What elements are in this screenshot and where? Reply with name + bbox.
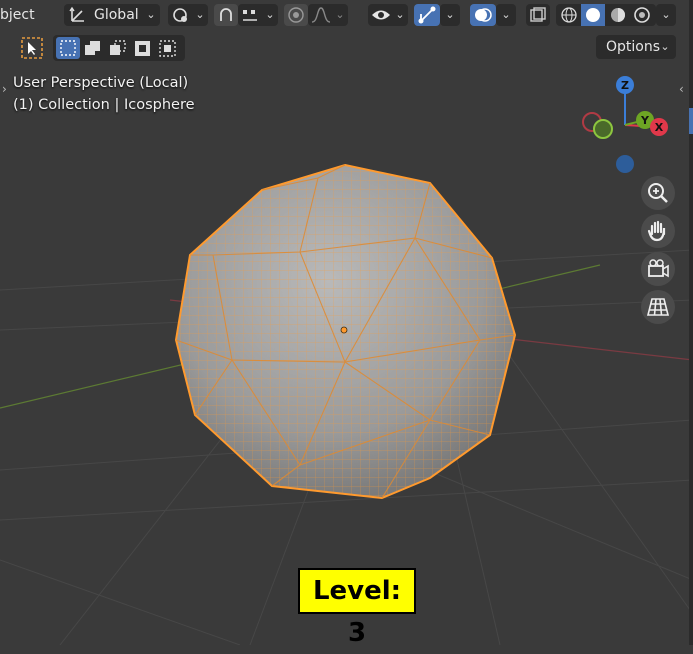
zoom-icon [648, 183, 668, 203]
transform-orientation-label: Global [94, 7, 139, 23]
overlay-toggle[interactable] [470, 4, 496, 26]
proportional-edit-toggle[interactable] [284, 4, 308, 26]
axis-x-label: X [655, 121, 664, 134]
navigation-gizmo[interactable]: Z Y X [572, 70, 682, 180]
chevron-down-icon: ⌄ [395, 8, 405, 21]
pan-icon [647, 220, 666, 242]
overlay-icon [475, 8, 492, 22]
snap-toggle[interactable] [214, 4, 238, 26]
xray-icon [530, 7, 546, 22]
axis-z-label: Z [621, 79, 629, 92]
falloff-dropdown[interactable]: ⌄ [308, 4, 348, 26]
chevron-down-icon: ⌄ [195, 8, 205, 21]
mode-set-button[interactable] [56, 37, 80, 59]
axis-y-label: Y [640, 114, 650, 127]
perspective-toggle-button[interactable] [641, 290, 675, 324]
wireframe-shading-icon[interactable] [558, 5, 580, 25]
object-origin [340, 326, 348, 334]
selection-mode-group [53, 35, 185, 61]
icosphere-mesh[interactable] [174, 163, 517, 500]
visibility-icon [372, 10, 390, 20]
toolbar-expand-icon[interactable]: › [2, 82, 7, 96]
proportional-edit-icon [288, 7, 304, 23]
3d-viewport[interactable]: bject Global ⌄ ⌄ ⌄ ⌄ ⌄ ⌄ ⌄ ⌄ Options ⌄ ›… [0, 0, 693, 648]
xray-toggle[interactable] [526, 4, 550, 26]
chevron-down-icon: ⌄ [265, 8, 275, 21]
chevron-down-icon: ⌄ [660, 40, 670, 53]
options-dropdown[interactable]: Options ⌄ [596, 35, 676, 59]
gizmo-dropdown[interactable]: ⌄ [440, 4, 460, 26]
axis-neg-y[interactable] [593, 119, 613, 139]
select-box-icon [21, 37, 43, 59]
snap-target-dropdown[interactable]: ⌄ [238, 4, 278, 26]
chevron-down-icon: ⌄ [146, 8, 156, 21]
mode-label[interactable]: bject [0, 4, 35, 26]
select-intersect-icon[interactable] [157, 38, 179, 58]
collection-label: (1) Collection | Icosphere [13, 97, 195, 113]
snap-icon [220, 8, 232, 21]
pivot-icon [173, 8, 187, 22]
rendered-shading-icon[interactable] [631, 5, 653, 25]
select-set-icon [60, 40, 76, 56]
viewport-header: bject Global ⌄ ⌄ ⌄ ⌄ ⌄ ⌄ ⌄ ⌄ [0, 0, 693, 32]
view-name: User Perspective (Local) [13, 75, 189, 91]
axis-neg-z[interactable] [616, 155, 634, 173]
pan-button[interactable] [641, 214, 675, 248]
chevron-down-icon: ⌄ [501, 8, 511, 21]
chevron-down-icon: ⌄ [445, 8, 455, 21]
transform-orientation-icon [69, 6, 84, 22]
level-badge: Level: 3 [298, 568, 416, 648]
falloff-icon [311, 7, 331, 23]
sidebar-edge [689, 0, 693, 645]
solid-shading-button[interactable] [581, 4, 605, 26]
visibility-dropdown[interactable]: ⌄ [368, 4, 408, 26]
snap-target-icon [243, 10, 257, 21]
options-label: Options [606, 39, 661, 55]
shading-dropdown[interactable]: ⌄ [656, 4, 676, 26]
zoom-button[interactable] [641, 176, 675, 210]
solid-shading-icon [586, 8, 600, 22]
transform-orientation-dropdown[interactable]: Global ⌄ [64, 4, 160, 26]
active-region-marker [689, 108, 693, 134]
chevron-down-icon: ⌄ [335, 8, 345, 21]
grid-view-icon [646, 298, 670, 316]
camera-icon [648, 259, 669, 278]
active-tool-button[interactable] [18, 35, 46, 61]
gizmo-toggle[interactable] [414, 4, 440, 26]
select-subtract-icon[interactable] [107, 38, 129, 58]
camera-view-button[interactable] [641, 252, 675, 286]
pivot-point-dropdown[interactable]: ⌄ [168, 4, 208, 26]
gizmo-icon [418, 6, 436, 24]
shading-group [556, 4, 656, 26]
tool-settings-bar: Options ⌄ [0, 33, 693, 61]
chevron-down-icon: ⌄ [661, 8, 671, 21]
material-shading-icon[interactable] [607, 5, 629, 25]
select-extend-icon[interactable] [82, 38, 104, 58]
overlay-dropdown[interactable]: ⌄ [496, 4, 516, 26]
select-invert-icon[interactable] [132, 38, 154, 58]
